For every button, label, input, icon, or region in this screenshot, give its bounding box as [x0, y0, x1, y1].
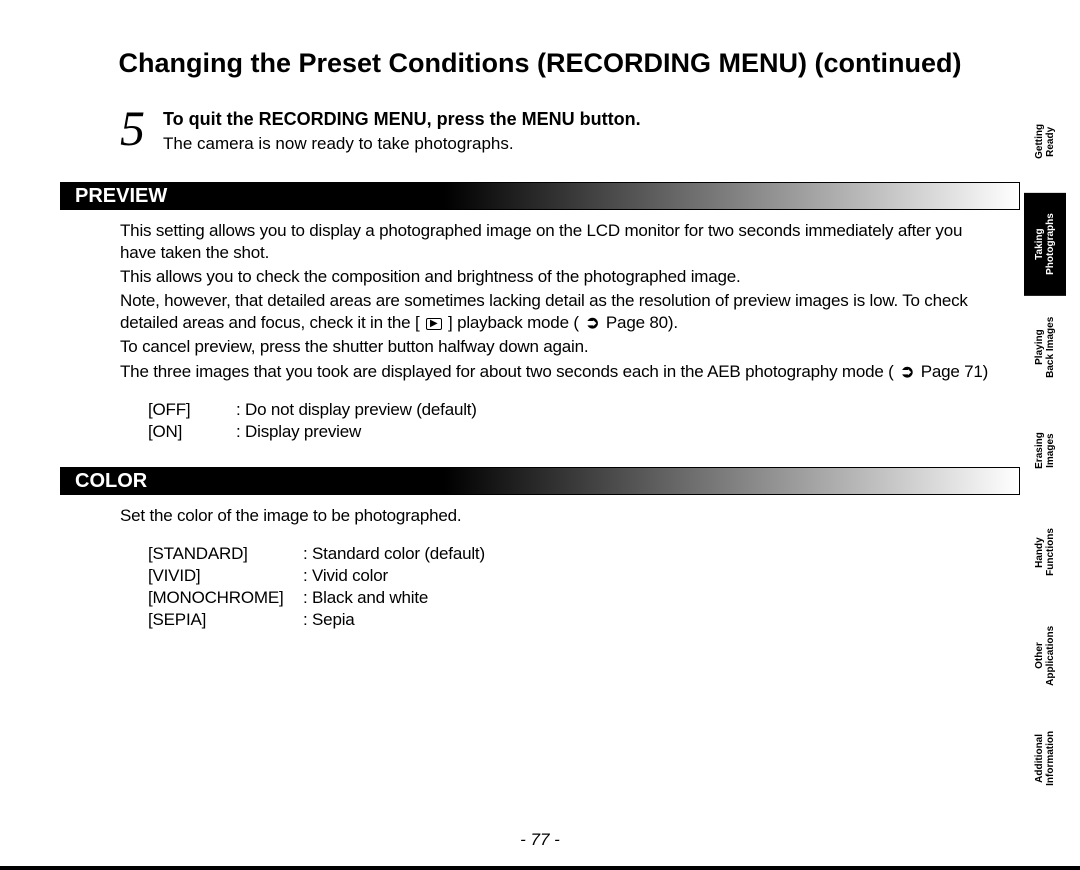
option-row: [VIVID] : Vivid color	[148, 565, 990, 587]
refresh-icon: ➲	[900, 361, 914, 383]
option-key: [STANDARD]	[148, 543, 303, 565]
manual-page: Changing the Preset Conditions (RECORDIN…	[0, 0, 1080, 870]
color-banner: COLOR	[60, 467, 1020, 495]
option-key: [SEPIA]	[148, 609, 303, 631]
step-sub: The camera is now ready to take photogra…	[163, 134, 641, 154]
footer-line	[0, 866, 1080, 870]
tab-taking-photographs[interactable]: Taking Photographs	[1024, 193, 1066, 296]
page-number: - 77 -	[0, 830, 1080, 850]
playback-icon: ▶	[426, 318, 442, 330]
preview-para2: This allows you to check the composition…	[120, 266, 990, 288]
option-key: [VIVID]	[148, 565, 303, 587]
tab-erasing-images[interactable]: Erasing Images	[1024, 399, 1066, 502]
option-key: [OFF]	[148, 399, 236, 421]
option-row: [OFF] : Do not display preview (default)	[148, 399, 990, 421]
preview-body: This setting allows you to display a pho…	[120, 220, 990, 443]
preview-para3: Note, however, that detailed areas are s…	[120, 290, 990, 334]
option-row: [SEPIA] : Sepia	[148, 609, 990, 631]
option-row: [STANDARD] : Standard color (default)	[148, 543, 990, 565]
option-row: [MONOCHROME] : Black and white	[148, 587, 990, 609]
tab-additional-information[interactable]: Additional Information	[1024, 707, 1066, 810]
tab-handy-functions[interactable]: Handy Functions	[1024, 501, 1066, 604]
option-val: : Vivid color	[303, 565, 388, 587]
step-text: To quit the RECORDING MENU, press the ME…	[163, 109, 641, 154]
preview-para5: The three images that you took are displ…	[120, 361, 990, 383]
step-heading: To quit the RECORDING MENU, press the ME…	[163, 109, 641, 130]
color-body: Set the color of the image to be photogr…	[120, 505, 990, 631]
side-tabs: Getting Ready Taking Photographs Playing…	[1024, 90, 1066, 810]
tab-getting-ready[interactable]: Getting Ready	[1024, 90, 1066, 193]
color-options: [STANDARD] : Standard color (default) [V…	[148, 543, 990, 631]
preview-banner: PREVIEW	[60, 182, 1020, 210]
preview-options: [OFF] : Do not display preview (default)…	[148, 399, 990, 443]
preview-para1: This setting allows you to display a pho…	[120, 220, 990, 264]
preview-para4: To cancel preview, press the shutter but…	[120, 336, 990, 358]
step-5: 5 To quit the RECORDING MENU, press the …	[120, 109, 1020, 154]
color-intro: Set the color of the image to be photogr…	[120, 505, 990, 527]
refresh-icon: ➲	[585, 312, 599, 334]
option-val: : Standard color (default)	[303, 543, 485, 565]
tab-other-applications[interactable]: Other Applications	[1024, 604, 1066, 707]
tab-playing-back-images[interactable]: Playing Back Images	[1024, 296, 1066, 399]
option-val: : Do not display preview (default)	[236, 399, 477, 421]
option-val: : Black and white	[303, 587, 428, 609]
option-key: [MONOCHROME]	[148, 587, 303, 609]
option-key: [ON]	[148, 421, 236, 443]
option-val: : Display preview	[236, 421, 361, 443]
option-row: [ON] : Display preview	[148, 421, 990, 443]
step-number: 5	[120, 103, 145, 153]
page-title: Changing the Preset Conditions (RECORDIN…	[60, 48, 1020, 79]
option-val: : Sepia	[303, 609, 355, 631]
